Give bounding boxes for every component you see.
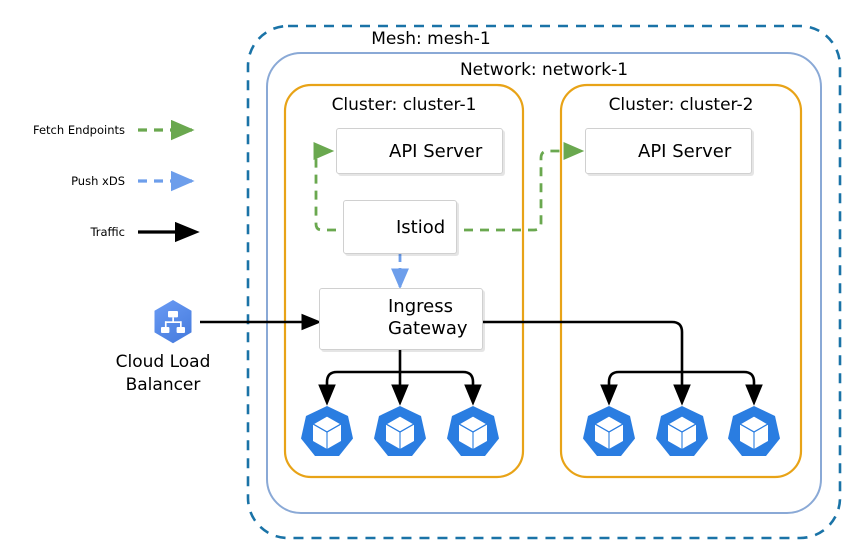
api-server-1-box[interactable]: API Server [336,128,503,174]
legend-label-push-xds: Push xDS [71,174,125,188]
mesh-label: Mesh: mesh-1 [371,29,491,49]
api-server-2-label: API Server [638,141,732,162]
istiod-label: Istiod [396,217,446,238]
edge-istiod-to-apiserver-1 [313,142,336,232]
network-label: Network: network-1 [459,60,629,80]
diagram-vector-layer [138,24,842,540]
ingress-gateway-label-line2: Gateway [388,318,468,339]
legend-label-fetch-endpoints: Fetch Endpoints [32,123,125,137]
api-server-2-box[interactable]: API Server [585,128,752,174]
edge-gateway-to-cluster1-pods [318,350,482,406]
pod-icon-group [301,406,780,456]
istiod-box[interactable]: Istiod [343,200,457,254]
cluster-1-label: Cluster: cluster-1 [331,95,477,115]
ingress-gateway-label-line1: Ingress [388,296,453,317]
cluster-2-label: Cluster: cluster-2 [608,95,754,115]
api-server-1-label: API Server [389,141,483,162]
ingress-gateway-box[interactable]: Ingress Gateway [319,288,483,350]
cloud-load-balancer-label-line2: Balancer [125,375,201,395]
cloud-load-balancer-icon [154,300,192,344]
diagram-canvas: Fetch Endpoints Push xDS Traffic Mesh: m… [0,0,862,552]
cloud-load-balancer-label-line1: Cloud Load [115,352,211,372]
legend-label-traffic: Traffic [90,225,125,239]
